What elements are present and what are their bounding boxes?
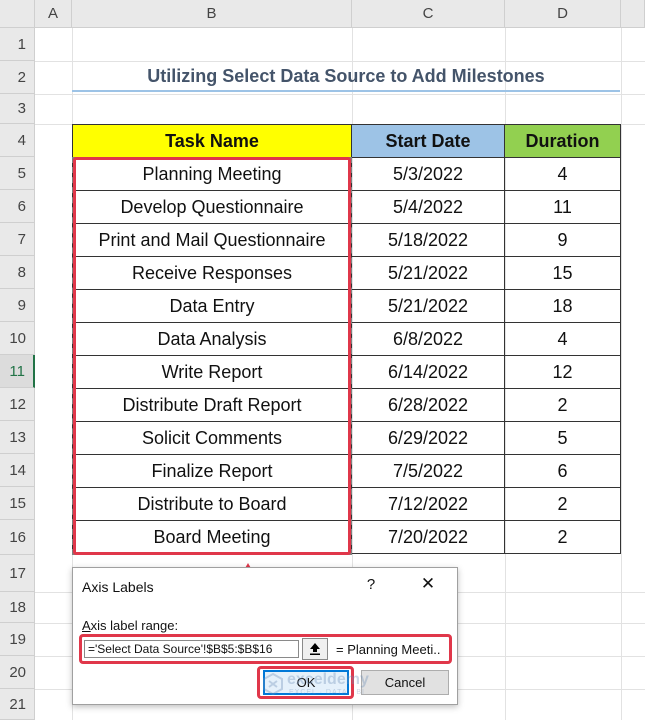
table-row: Data Analysis 6/8/2022 4: [72, 322, 621, 356]
duration-cell[interactable]: 2: [504, 388, 621, 422]
task-name-cell[interactable]: Receive Responses: [72, 256, 352, 290]
start-date-cell[interactable]: 6/14/2022: [351, 355, 505, 389]
table-header-row: Task Name Start Date Duration: [72, 124, 621, 158]
table-row: Data Entry 5/21/2022 18: [72, 289, 621, 323]
close-icon[interactable]: ✕: [418, 574, 438, 594]
start-date-cell[interactable]: 7/20/2022: [351, 520, 505, 554]
sheet-title[interactable]: Utilizing Select Data Source to Add Mile…: [72, 62, 620, 92]
start-date-cell[interactable]: 6/8/2022: [351, 322, 505, 356]
table-row: Receive Responses 5/21/2022 15: [72, 256, 621, 290]
duration-cell[interactable]: 4: [504, 322, 621, 356]
label-accelerator: A: [82, 618, 91, 633]
start-date-cell[interactable]: 5/3/2022: [351, 157, 505, 191]
table-row: Finalize Report 7/5/2022 6: [72, 454, 621, 488]
column-header-a[interactable]: A: [35, 0, 72, 28]
axis-labels-dialog: Axis Labels ? ✕ Axis label range: = Plan…: [72, 567, 458, 705]
range-preview: = Planning Meeti..: [336, 642, 441, 657]
row-header-11[interactable]: 11: [0, 355, 35, 388]
task-name-cell[interactable]: Board Meeting: [72, 520, 352, 554]
row-header-16[interactable]: 16: [0, 520, 35, 555]
duration-cell[interactable]: 9: [504, 223, 621, 257]
collapse-dialog-icon: [310, 643, 320, 655]
row-header-9[interactable]: 9: [0, 289, 35, 322]
row-header-20[interactable]: 20: [0, 656, 35, 689]
label-text: xis label range:: [90, 618, 179, 633]
task-name-cell[interactable]: Write Report: [72, 355, 352, 389]
duration-cell[interactable]: 2: [504, 487, 621, 521]
dialog-title: Axis Labels: [82, 579, 154, 595]
column-header-b[interactable]: B: [72, 0, 352, 28]
start-date-cell[interactable]: 5/21/2022: [351, 256, 505, 290]
table-row: Print and Mail Questionnaire 5/18/2022 9: [72, 223, 621, 257]
start-date-cell[interactable]: 7/5/2022: [351, 454, 505, 488]
task-table: Task Name Start Date Duration Planning M…: [72, 124, 621, 554]
duration-cell[interactable]: 15: [504, 256, 621, 290]
start-date-cell[interactable]: 7/12/2022: [351, 487, 505, 521]
row-header-17[interactable]: 17: [0, 555, 35, 592]
row-header-14[interactable]: 14: [0, 454, 35, 487]
duration-cell[interactable]: 5: [504, 421, 621, 455]
row-header-3[interactable]: 3: [0, 94, 35, 124]
duration-cell[interactable]: 4: [504, 157, 621, 191]
table-row: Board Meeting 7/20/2022 2: [72, 520, 621, 554]
axis-label-range-label: Axis label range:: [82, 618, 178, 633]
column-header-c[interactable]: C: [352, 0, 505, 28]
table-row: Write Report 6/14/2022 12: [72, 355, 621, 389]
table-row: Solicit Comments 6/29/2022 5: [72, 421, 621, 455]
task-name-cell[interactable]: Data Entry: [72, 289, 352, 323]
duration-cell[interactable]: 18: [504, 289, 621, 323]
row-header-21[interactable]: 21: [0, 689, 35, 720]
duration-cell[interactable]: 2: [504, 520, 621, 554]
row-header-18[interactable]: 18: [0, 592, 35, 623]
start-date-cell[interactable]: 6/28/2022: [351, 388, 505, 422]
select-all-corner[interactable]: [0, 0, 35, 28]
row-header-15[interactable]: 15: [0, 487, 35, 520]
task-name-cell[interactable]: Solicit Comments: [72, 421, 352, 455]
task-name-cell[interactable]: Develop Questionnaire: [72, 190, 352, 224]
header-task-name[interactable]: Task Name: [72, 124, 352, 158]
task-name-cell[interactable]: Planning Meeting: [72, 157, 352, 191]
row-header-5[interactable]: 5: [0, 157, 35, 190]
duration-cell[interactable]: 12: [504, 355, 621, 389]
ok-button[interactable]: OK: [263, 670, 349, 695]
row-header-13[interactable]: 13: [0, 421, 35, 454]
gridline: [35, 94, 645, 95]
table-row: Planning Meeting 5/3/2022 4: [72, 157, 621, 191]
row-header-6[interactable]: 6: [0, 190, 35, 223]
row-header-2[interactable]: 2: [0, 61, 35, 94]
row-header-10[interactable]: 10: [0, 322, 35, 355]
table-row: Distribute Draft Report 6/28/2022 2: [72, 388, 621, 422]
task-name-cell[interactable]: Distribute to Board: [72, 487, 352, 521]
start-date-cell[interactable]: 5/21/2022: [351, 289, 505, 323]
row-header-19[interactable]: 19: [0, 623, 35, 656]
task-name-cell[interactable]: Print and Mail Questionnaire: [72, 223, 352, 257]
row-header-4[interactable]: 4: [0, 124, 35, 157]
table-row: Develop Questionnaire 5/4/2022 11: [72, 190, 621, 224]
column-header-e[interactable]: [621, 0, 645, 28]
gridline: [621, 28, 622, 720]
header-start-date[interactable]: Start Date: [351, 124, 505, 158]
task-name-cell[interactable]: Finalize Report: [72, 454, 352, 488]
start-date-cell[interactable]: 5/18/2022: [351, 223, 505, 257]
task-name-cell[interactable]: Distribute Draft Report: [72, 388, 352, 422]
task-name-cell[interactable]: Data Analysis: [72, 322, 352, 356]
help-icon[interactable]: ?: [363, 576, 379, 593]
collapse-dialog-button[interactable]: [302, 638, 328, 660]
start-date-cell[interactable]: 5/4/2022: [351, 190, 505, 224]
cancel-button[interactable]: Cancel: [361, 670, 449, 695]
row-header-8[interactable]: 8: [0, 256, 35, 289]
duration-cell[interactable]: 11: [504, 190, 621, 224]
table-row: Distribute to Board 7/12/2022 2: [72, 487, 621, 521]
row-header-12[interactable]: 12: [0, 388, 35, 421]
duration-cell[interactable]: 6: [504, 454, 621, 488]
start-date-cell[interactable]: 6/29/2022: [351, 421, 505, 455]
column-header-d[interactable]: D: [505, 0, 621, 28]
row-header-7[interactable]: 7: [0, 223, 35, 256]
row-header-1[interactable]: 1: [0, 28, 35, 61]
axis-label-range-input[interactable]: [84, 640, 299, 658]
header-duration[interactable]: Duration: [504, 124, 621, 158]
